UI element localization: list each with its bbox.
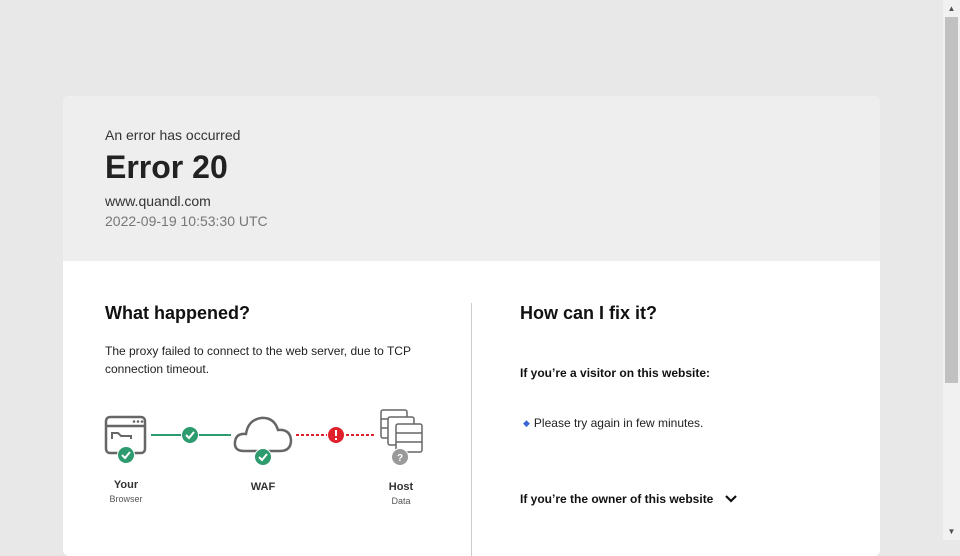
link-error-icon — [327, 426, 345, 444]
error-subtitle: An error has occurred — [105, 127, 241, 143]
how-fix-heading: How can I fix it? — [520, 303, 658, 323]
owner-heading[interactable]: If you’re the owner of this website — [520, 492, 713, 506]
visitor-tip-text: Please try again in few minutes. — [533, 416, 704, 430]
node-label-host: Host — [388, 481, 414, 493]
node-label-waf: WAF — [250, 481, 276, 493]
cloud-icon — [233, 416, 293, 453]
svg-text:?: ? — [397, 453, 403, 464]
column-divider — [471, 303, 472, 556]
what-happened-heading: What happened? — [105, 303, 250, 323]
node-label-browser: Your — [113, 479, 139, 491]
error-card: An error has occurred Error 20 www.quand… — [63, 96, 880, 556]
visitor-heading: If you’re a visitor on this website: — [520, 366, 711, 380]
page-scrollbar[interactable]: ▲ ▼ — [943, 0, 960, 540]
node-sublabel-browser: Browser — [109, 494, 143, 504]
visitor-tip: ◆ Please try again in few minutes. — [523, 416, 703, 430]
scroll-down-arrow-icon[interactable]: ▼ — [943, 523, 960, 540]
scrollbar-thumb[interactable] — [945, 17, 958, 383]
error-domain: www.quandl.com — [105, 193, 211, 209]
error-header: An error has occurred Error 20 www.quand… — [63, 96, 880, 261]
what-happened-description: The proxy failed to connect to the web s… — [105, 344, 411, 376]
blue-diamond-icon: ◆ — [523, 418, 530, 428]
node-sublabel-host: Data — [391, 496, 411, 506]
browser-status-ok-icon — [117, 446, 135, 464]
server-icon — [380, 409, 423, 453]
link-ok-icon — [181, 426, 199, 444]
connection-diagram: ? — [104, 409, 423, 466]
host-status-unknown-icon: ? — [391, 448, 409, 466]
chevron-down-icon[interactable] — [723, 491, 739, 507]
error-timestamp: 2022-09-19 10:53:30 UTC — [105, 213, 268, 229]
scroll-up-arrow-icon[interactable]: ▲ — [943, 0, 960, 17]
waf-status-ok-icon — [254, 448, 272, 466]
error-title: Error 20 — [105, 149, 228, 185]
